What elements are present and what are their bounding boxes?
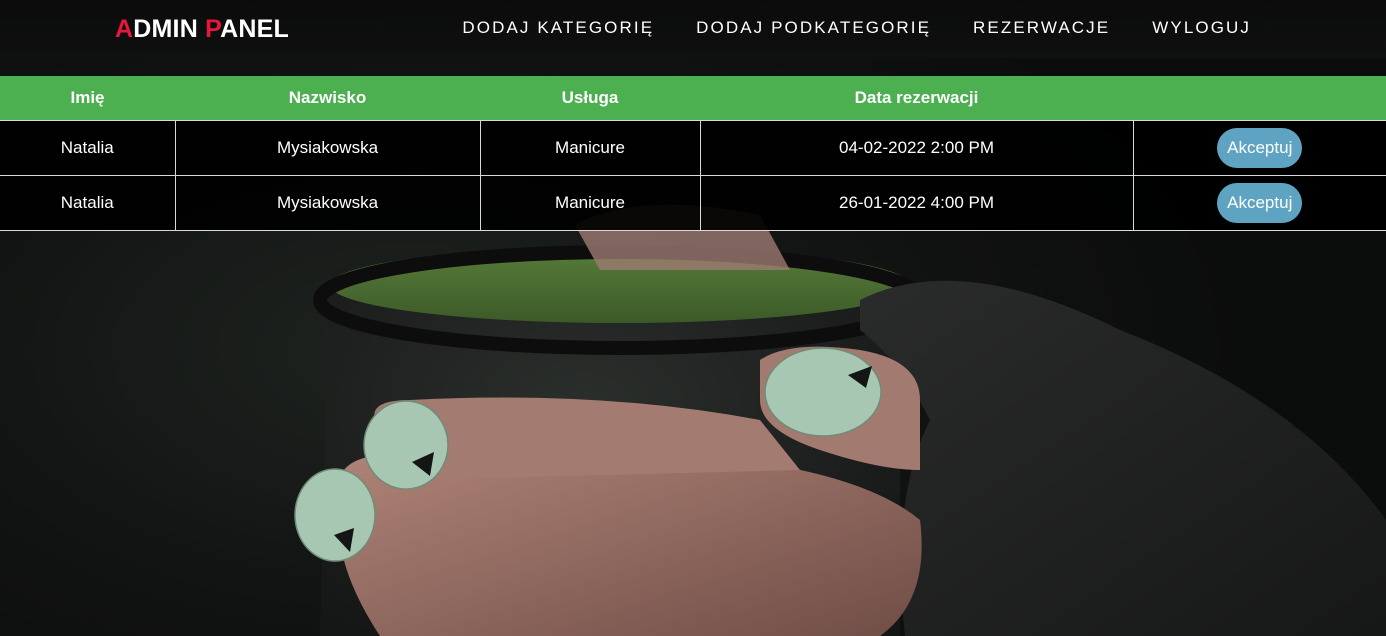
admin-panel-logo[interactable]: ADMIN PANEL	[115, 15, 289, 44]
accept-button[interactable]: Akceptuj	[1217, 182, 1303, 223]
nav-reservations-link[interactable]: REZERWACJE	[973, 18, 1110, 38]
logo-text: DMIN	[133, 15, 206, 43]
column-header-action	[1133, 76, 1386, 120]
nav-menu: DODAJ KATEGORIĘ DODAJ PODKATEGORIĘ REZER…	[462, 18, 1251, 38]
column-header-service: Usługa	[561, 87, 619, 107]
cell-last-name: Mysiakowska	[174, 119, 481, 176]
logo-text: ANEL	[220, 15, 289, 43]
nav-logout-link[interactable]: WYLOGUJ	[1152, 18, 1251, 38]
cell-first-name: Natalia	[0, 119, 176, 176]
cell-last-name: Mysiakowska	[174, 174, 481, 231]
accept-button[interactable]: Akceptuj	[1217, 127, 1303, 168]
table-row: Natalia Mysiakowska Manicure 04-02-2022 …	[0, 119, 1386, 176]
cell-service: Manicure	[479, 119, 701, 176]
reservations-table-container: Imię Nazwisko Usługa Data rezerwacji Nat…	[0, 76, 1386, 231]
nav-add-category-link[interactable]: DODAJ KATEGORIĘ	[462, 18, 654, 38]
column-header-reservation-date: Data rezerwacji	[854, 87, 979, 107]
column-header-last-name: Nazwisko	[288, 87, 367, 107]
cell-action: Akceptuj	[1132, 174, 1386, 231]
logo-accent-letter: A	[115, 15, 134, 43]
cell-action: Akceptuj	[1132, 119, 1386, 176]
cell-first-name: Natalia	[0, 174, 176, 231]
page: ADMIN PANEL DODAJ KATEGORIĘ DODAJ PODKAT…	[0, 0, 1386, 636]
cell-reservation-date: 04-02-2022 2:00 PM	[699, 119, 1134, 176]
nav-add-subcategory-link[interactable]: DODAJ PODKATEGORIĘ	[696, 18, 931, 38]
table-row: Natalia Mysiakowska Manicure 26-01-2022 …	[0, 174, 1386, 231]
column-header-first-name: Imię	[70, 87, 105, 107]
reservations-table: Imię Nazwisko Usługa Data rezerwacji Nat…	[0, 76, 1386, 231]
top-navbar: ADMIN PANEL DODAJ KATEGORIĘ DODAJ PODKAT…	[0, 0, 1386, 58]
logo-accent-letter: P	[205, 15, 221, 43]
cell-service: Manicure	[479, 174, 701, 231]
cell-reservation-date: 26-01-2022 4:00 PM	[699, 174, 1134, 231]
table-header-row: Imię Nazwisko Usługa Data rezerwacji	[0, 76, 1386, 120]
